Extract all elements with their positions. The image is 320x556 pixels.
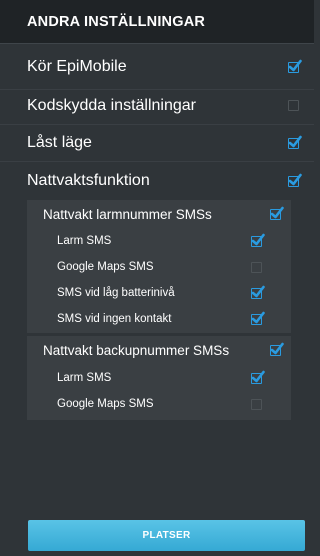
checkbox[interactable] [270,206,284,220]
setting-label: Kodskydda inställningar [27,97,196,114]
checkmark-icon [251,233,265,246]
checkbox[interactable] [251,233,265,247]
sms-option-row[interactable]: Larm SMS [0,366,314,390]
checkmark-icon [251,285,265,298]
checkmark-icon [251,370,265,383]
checkmark-icon [270,206,284,219]
option-label: Larm SMS [57,372,112,384]
checkbox[interactable] [270,342,284,356]
setting-label: Nattvakt larmnummer SMSs [43,207,212,222]
setting-label: Nattvakt backupnummer SMSs [43,343,230,358]
checkmark-icon [288,173,302,186]
option-label: Google Maps SMS [57,261,154,273]
checkbox[interactable] [251,370,265,384]
checkbox[interactable] [288,59,302,73]
checkbox[interactable] [251,285,265,299]
option-label: SMS vid ingen kontakt [57,313,172,325]
sms-option-row[interactable]: Google Maps SMS [0,392,314,416]
setting-nattvaktsfunktion[interactable]: Nattvaktsfunktion [0,162,314,200]
setting-nattvakt-backupnummer[interactable]: Nattvakt backupnummer SMSs [0,336,314,364]
checkbox[interactable] [288,100,299,111]
platser-button[interactable]: PLATSER [28,520,305,551]
checkmark-icon [288,135,302,148]
checkmark-icon [270,342,284,355]
checkmark-icon [251,311,265,324]
sms-option-row[interactable]: SMS vid låg batterinivå [0,281,314,305]
checkbox[interactable] [251,262,262,273]
option-label: Google Maps SMS [57,398,154,410]
title-bar: ANDRA INSTÄLLNINGAR [0,0,314,44]
setting-label: Nattvaktsfunktion [27,172,150,189]
sms-option-row[interactable]: Google Maps SMS [0,255,314,279]
checkbox[interactable] [288,135,302,149]
checkbox[interactable] [251,311,265,325]
setting-label: Kör EpiMobile [27,58,127,75]
sms-option-row[interactable]: Larm SMS [0,229,314,253]
option-label: SMS vid låg batterinivå [57,287,175,299]
page-title: ANDRA INSTÄLLNINGAR [27,14,206,30]
checkbox[interactable] [288,173,302,187]
option-label: Larm SMS [57,235,112,247]
sms-option-row[interactable]: SMS vid ingen kontakt [0,307,314,331]
setting-kodskydda[interactable]: Kodskydda inställningar [0,90,314,125]
setting-last-lage[interactable]: Låst läge [0,125,314,162]
setting-kor-epimobile[interactable]: Kör EpiMobile [0,44,314,90]
checkmark-icon [288,59,302,72]
setting-label: Låst läge [27,134,92,151]
checkbox[interactable] [251,399,262,410]
setting-nattvakt-larmnummer[interactable]: Nattvakt larmnummer SMSs [0,200,314,228]
